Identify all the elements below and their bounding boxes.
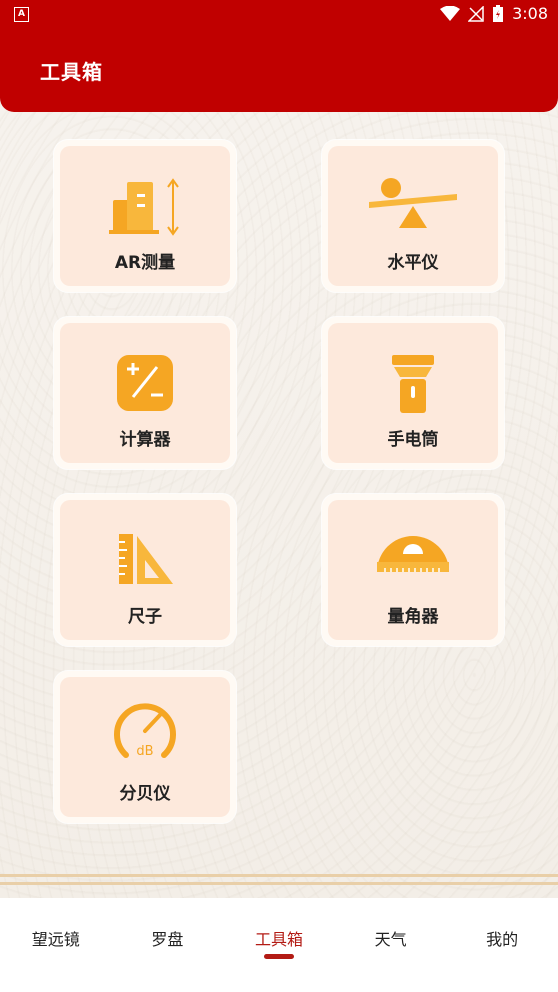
tool-label: 水平仪 (387, 253, 439, 273)
status-bar: A 3:08 (0, 0, 558, 30)
tool-protractor[interactable]: 量角器 (322, 494, 504, 646)
tool-decibel-meter[interactable]: dB 分贝仪 (54, 671, 236, 823)
tab-label: 望远镜 (31, 930, 80, 949)
active-tab-indicator (263, 954, 294, 959)
tab-toolbox[interactable]: 工具箱 (223, 898, 335, 992)
tab-weather[interactable]: 天气 (335, 898, 447, 992)
ar-measure-icon (109, 178, 179, 236)
header: A 3:08 工具箱 (0, 0, 558, 112)
tool-label: 量角器 (387, 607, 439, 627)
signal-icon (468, 5, 484, 22)
tool-label: AR测量 (114, 253, 176, 273)
level-icon (369, 178, 457, 228)
protractor-icon (377, 536, 449, 572)
tab-label: 罗盘 (151, 930, 184, 949)
tool-ruler[interactable]: 尺子 (54, 494, 236, 646)
bottom-tab-bar: 望远镜 罗盘 工具箱 天气 我的 (0, 898, 558, 992)
tool-flashlight[interactable]: 手电筒 (322, 317, 504, 469)
tab-label: 工具箱 (254, 930, 303, 949)
decibel-unit-label: dB (136, 744, 153, 759)
tab-label: 我的 (486, 930, 519, 949)
tool-label: 分贝仪 (119, 784, 171, 804)
tab-profile[interactable]: 我的 (446, 898, 558, 992)
calculator-icon (117, 355, 173, 411)
tool-label: 手电筒 (387, 430, 439, 450)
tool-label: 计算器 (119, 430, 171, 450)
tab-compass[interactable]: 罗盘 (112, 898, 224, 992)
app-notification-icon: A (14, 7, 29, 22)
decibel-meter-icon: dB (114, 703, 176, 759)
tool-calculator[interactable]: 计算器 (54, 317, 236, 469)
ruler-icon (119, 534, 173, 584)
tab-label: 天气 (374, 930, 407, 949)
tab-telescope[interactable]: 望远镜 (0, 898, 112, 992)
tool-ar-measure[interactable]: AR测量 (54, 140, 236, 292)
status-icons: 3:08 (440, 4, 548, 23)
status-time: 3:08 (512, 4, 548, 23)
battery-icon (493, 4, 504, 22)
flashlight-icon (392, 355, 434, 413)
tool-level[interactable]: 水平仪 (322, 140, 504, 292)
page-title: 工具箱 (40, 60, 103, 84)
decorative-lines (0, 874, 558, 888)
wifi-icon (440, 5, 461, 21)
tool-label: 尺子 (128, 607, 162, 627)
